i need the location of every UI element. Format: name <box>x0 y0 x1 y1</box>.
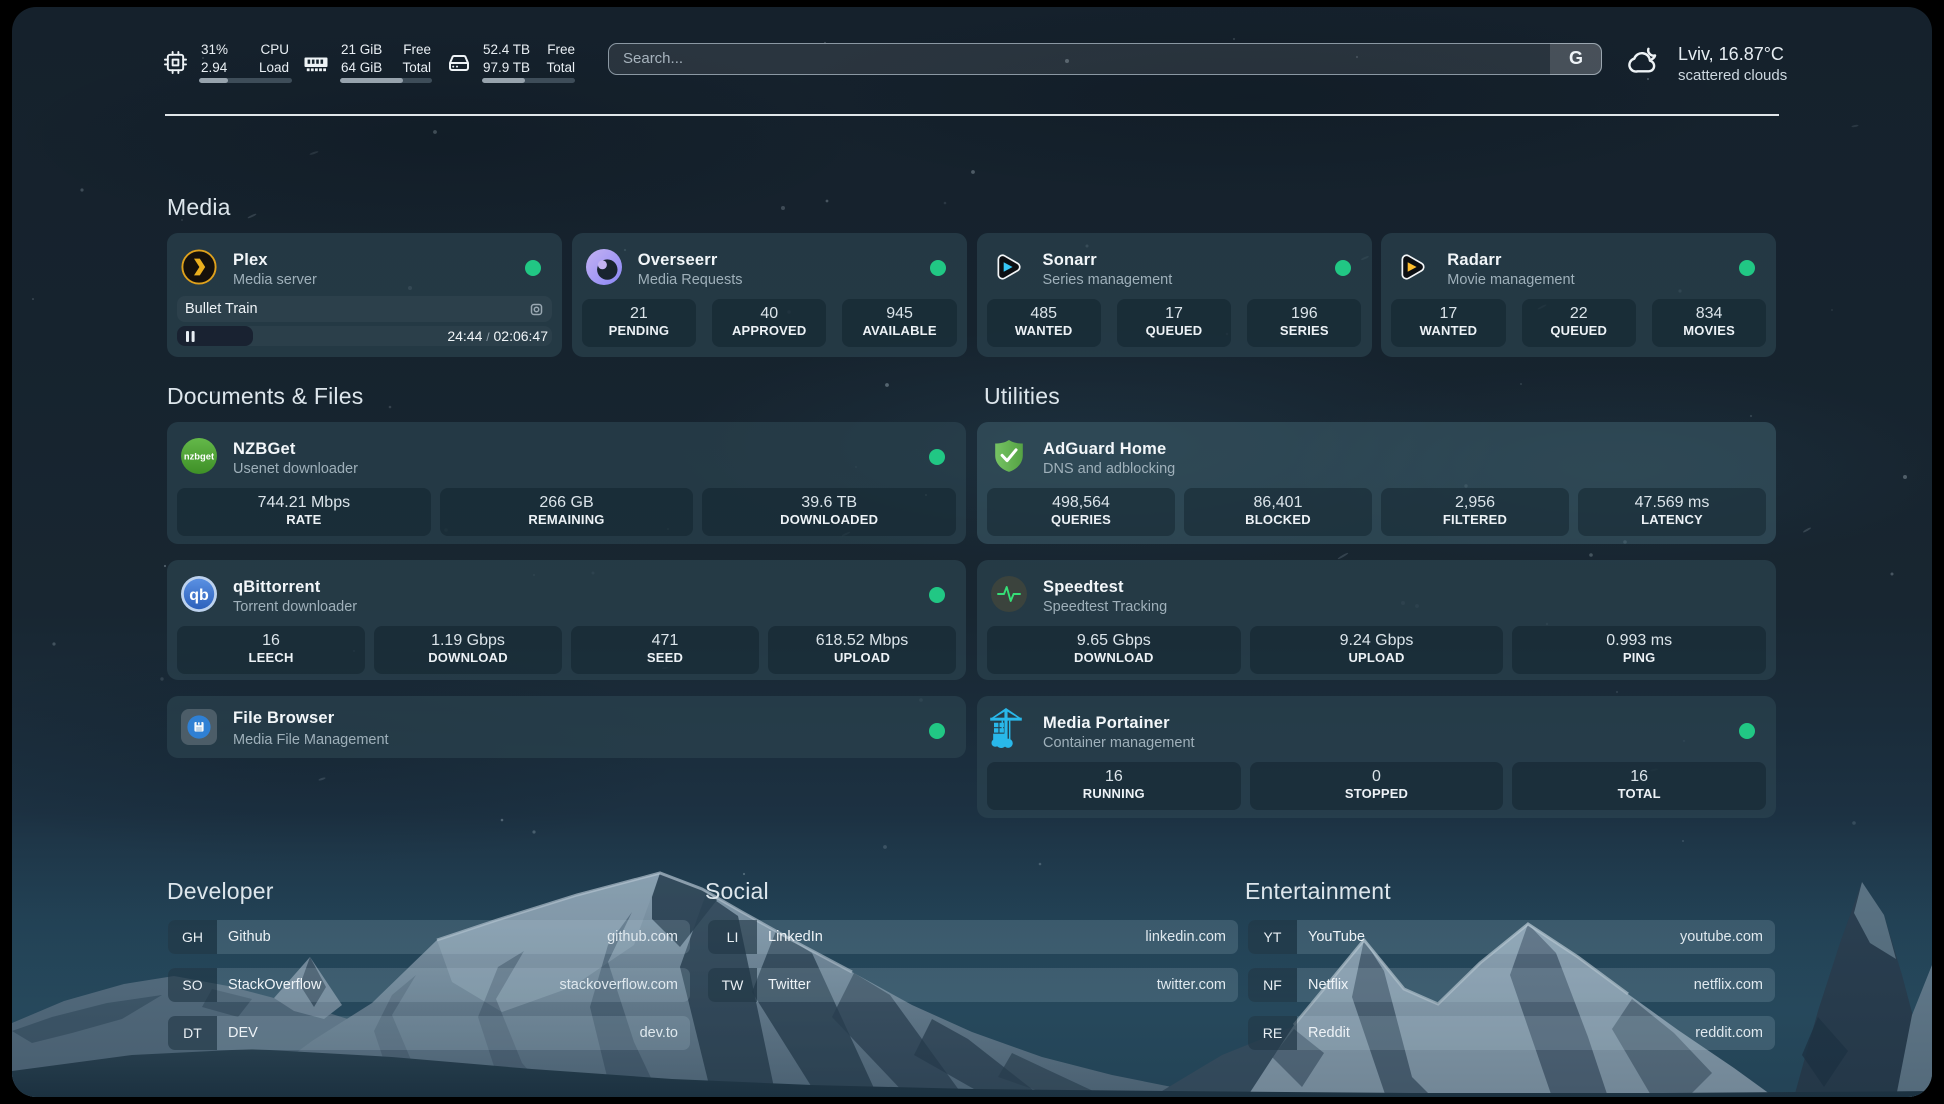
svg-text:nzbget: nzbget <box>184 451 214 462</box>
svg-text:qb: qb <box>189 587 209 604</box>
